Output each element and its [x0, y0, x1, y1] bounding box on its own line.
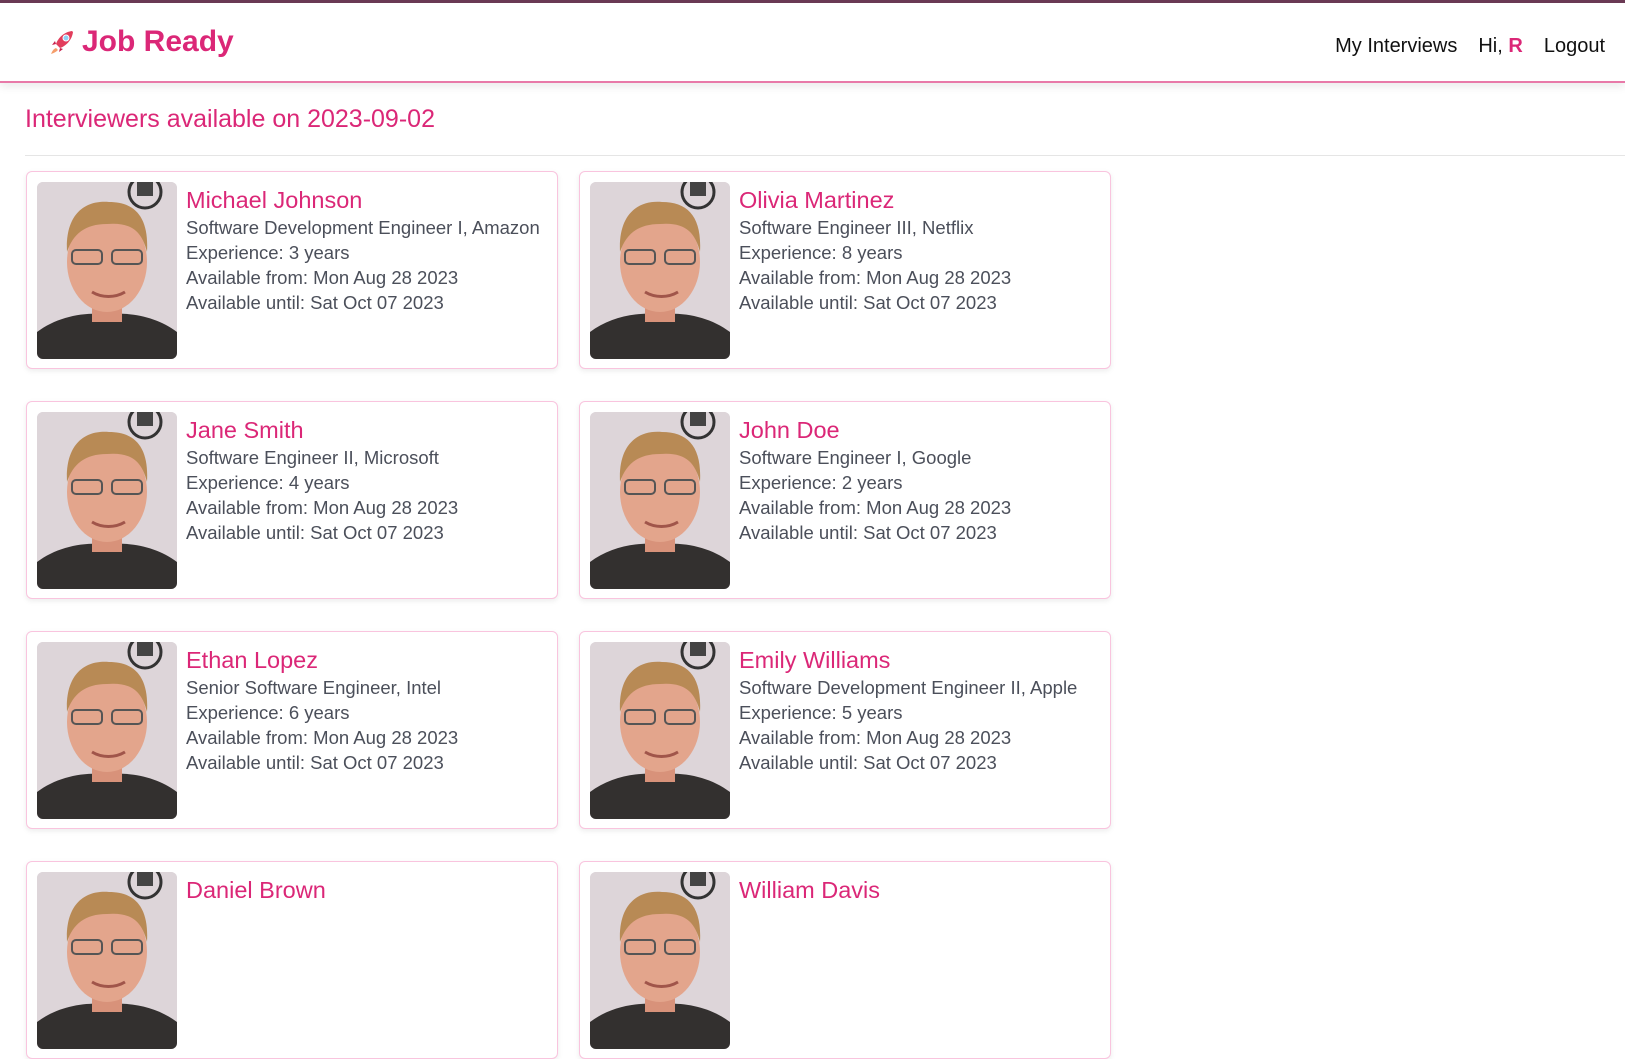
available-until: Available until: Sat Oct 07 2023: [739, 752, 997, 773]
interviewer-role: Senior Software Engineer, Intel: [186, 677, 442, 698]
interviewer-info: Ethan Lopez Senior Software Engineer, In…: [186, 645, 458, 775]
available-from: Available from: Mon Aug 28 2023: [739, 267, 1012, 288]
interviewer-card[interactable]: Michael Johnson Software Development Eng…: [26, 171, 558, 369]
interviewer-photo: [37, 182, 177, 359]
avatar-portrait-icon: [590, 412, 730, 589]
interviewer-role: Software Engineer I, Google: [739, 447, 972, 468]
greeting-text: Hi,: [1478, 35, 1503, 57]
interviewer-info: William Davis: [739, 875, 880, 905]
divider: [25, 155, 1625, 156]
user-initial: R: [1508, 35, 1523, 57]
my-interviews-link[interactable]: My Interviews: [1335, 35, 1457, 58]
avatar-portrait-icon: [590, 182, 730, 359]
interviewer-name[interactable]: Olivia Martinez: [739, 185, 1011, 215]
interviewer-experience: Experience: 6 years: [186, 702, 350, 723]
interviewer-photo: [37, 872, 177, 1049]
interviewer-photo: [37, 412, 177, 589]
interviewer-role: Software Engineer II, Microsoft: [186, 447, 439, 468]
interviewer-card[interactable]: Olivia Martinez Software Engineer III, N…: [579, 171, 1111, 369]
brand-name: Job Ready: [82, 25, 234, 58]
available-until: Available until: Sat Oct 07 2023: [186, 752, 444, 773]
interviewer-experience: Experience: 5 years: [739, 702, 903, 723]
page-title: Interviewers available on 2023-09-02: [25, 105, 435, 133]
available-until: Available until: Sat Oct 07 2023: [186, 292, 444, 313]
interviewer-experience: Experience: 3 years: [186, 242, 350, 263]
available-from: Available from: Mon Aug 28 2023: [739, 727, 1012, 748]
interviewer-role: Software Development Engineer I, Amazon: [186, 217, 540, 238]
interviewer-photo: [37, 642, 177, 819]
interviewer-name[interactable]: Jane Smith: [186, 415, 458, 445]
avatar-portrait-icon: [37, 182, 177, 359]
interviewer-info: Emily Williams Software Development Engi…: [739, 645, 1077, 775]
interviewer-photo: [590, 642, 730, 819]
logout-link[interactable]: Logout: [1544, 35, 1605, 58]
interviewer-role: Software Development Engineer II, Apple: [739, 677, 1078, 698]
available-from: Available from: Mon Aug 28 2023: [186, 497, 459, 518]
interviewer-name[interactable]: Ethan Lopez: [186, 645, 458, 675]
interviewer-card[interactable]: Ethan Lopez Senior Software Engineer, In…: [26, 631, 558, 829]
interviewer-card[interactable]: Emily Williams Software Development Engi…: [579, 631, 1111, 829]
nav-links: My Interviews Hi, R Logout: [1335, 35, 1605, 58]
interviewer-role: Software Engineer III, Netflix: [739, 217, 974, 238]
interviewer-card[interactable]: Daniel Brown: [26, 861, 558, 1059]
interviewer-name[interactable]: John Doe: [739, 415, 1011, 445]
interviewer-name[interactable]: Emily Williams: [739, 645, 1077, 675]
interviewer-photo: [590, 182, 730, 359]
interviewer-card[interactable]: John Doe Software Engineer I, Google Exp…: [579, 401, 1111, 599]
rocket-icon: [51, 31, 73, 54]
interviewer-card[interactable]: William Davis: [579, 861, 1111, 1059]
interviewer-info: Michael Johnson Software Development Eng…: [186, 185, 540, 315]
interviewer-name[interactable]: Daniel Brown: [186, 875, 326, 905]
interviewer-photo: [590, 872, 730, 1049]
avatar-portrait-icon: [37, 642, 177, 819]
brand-logo[interactable]: Job Ready: [48, 25, 234, 59]
avatar-portrait-icon: [37, 872, 177, 1049]
avatar-portrait-icon: [590, 642, 730, 819]
interviewer-experience: Experience: 8 years: [739, 242, 903, 263]
navbar: Job Ready My Interviews Hi, R Logout: [0, 3, 1625, 83]
interviewer-info: John Doe Software Engineer I, Google Exp…: [739, 415, 1011, 545]
interviewer-card[interactable]: Jane Smith Software Engineer II, Microso…: [26, 401, 558, 599]
interviewer-photo: [590, 412, 730, 589]
avatar-portrait-icon: [37, 412, 177, 589]
available-until: Available until: Sat Oct 07 2023: [739, 522, 997, 543]
interviewer-info: Jane Smith Software Engineer II, Microso…: [186, 415, 458, 545]
interviewer-info: Daniel Brown: [186, 875, 326, 905]
user-greeting: Hi, R: [1478, 35, 1522, 58]
avatar-portrait-icon: [590, 872, 730, 1049]
interviewer-experience: Experience: 2 years: [739, 472, 903, 493]
available-from: Available from: Mon Aug 28 2023: [739, 497, 1012, 518]
interviewer-info: Olivia Martinez Software Engineer III, N…: [739, 185, 1011, 315]
interviewer-name[interactable]: William Davis: [739, 875, 880, 905]
interviewer-name[interactable]: Michael Johnson: [186, 185, 540, 215]
interviewer-experience: Experience: 4 years: [186, 472, 350, 493]
available-from: Available from: Mon Aug 28 2023: [186, 267, 459, 288]
available-until: Available until: Sat Oct 07 2023: [186, 522, 444, 543]
available-from: Available from: Mon Aug 28 2023: [186, 727, 459, 748]
available-until: Available until: Sat Oct 07 2023: [739, 292, 997, 313]
